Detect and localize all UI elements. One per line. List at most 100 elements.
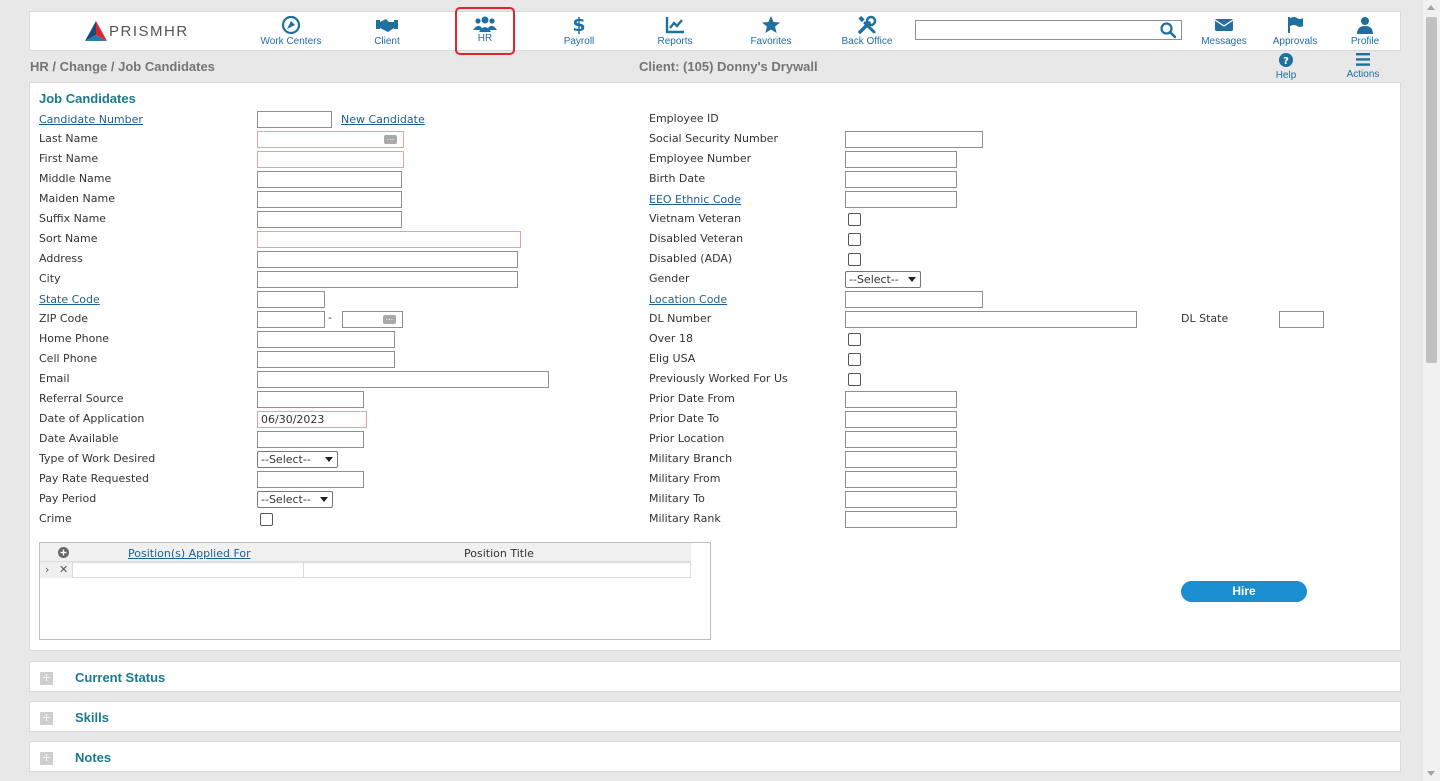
- prior-date-to-label: Prior Date To: [649, 412, 720, 425]
- military-rank-input[interactable]: [845, 511, 957, 528]
- cell-phone-input[interactable]: [257, 351, 395, 368]
- location-code-link[interactable]: Location Code: [649, 293, 727, 306]
- employee-id-label: Employee ID: [649, 112, 719, 125]
- position-title-cell[interactable]: [304, 562, 691, 578]
- zip-code-input[interactable]: [257, 311, 325, 328]
- scroll-thumb[interactable]: [1426, 17, 1437, 363]
- type-of-work-value: --Select--: [261, 453, 311, 466]
- section-notes[interactable]: + Notes: [29, 741, 1401, 772]
- scroll-down-arrow[interactable]: [1427, 771, 1435, 776]
- prior-location-input[interactable]: [845, 431, 957, 448]
- expand-icon[interactable]: +: [40, 752, 53, 765]
- hire-button[interactable]: Hire: [1181, 581, 1307, 602]
- nav-client[interactable]: Client: [339, 14, 435, 47]
- nav-payroll[interactable]: $ Payroll: [531, 14, 627, 47]
- military-to-input[interactable]: [845, 491, 957, 508]
- disabled-veteran-label: Disabled Veteran: [649, 232, 744, 245]
- referral-source-input[interactable]: [257, 391, 364, 408]
- military-from-label: Military From: [649, 472, 721, 485]
- nav-profile[interactable]: Profile: [1317, 14, 1413, 47]
- previously-worked-checkbox[interactable]: [848, 373, 861, 386]
- prior-date-from-input[interactable]: [845, 391, 957, 408]
- expand-icon[interactable]: +: [40, 672, 53, 685]
- type-of-work-select[interactable]: --Select--: [257, 451, 338, 468]
- prior-date-to-input[interactable]: [845, 411, 957, 428]
- dl-number-input[interactable]: [845, 311, 1137, 328]
- help-button[interactable]: ? Help: [1270, 53, 1302, 81]
- positions-applied-for-header[interactable]: Position(s) Applied For: [128, 547, 251, 560]
- birth-date-label: Birth Date: [649, 172, 706, 185]
- actions-label: Actions: [1346, 69, 1380, 80]
- chevron-down-icon: [320, 497, 328, 502]
- email-input[interactable]: [257, 371, 549, 388]
- nav-hr[interactable]: HR: [455, 7, 515, 55]
- lookup-dots-icon[interactable]: ...: [384, 134, 397, 144]
- section-current-status[interactable]: + Current Status: [29, 661, 1401, 692]
- date-available-input[interactable]: [257, 431, 364, 448]
- military-rank-label: Military Rank: [649, 512, 721, 525]
- ssn-input[interactable]: [845, 131, 983, 148]
- last-name-input[interactable]: ...: [257, 131, 404, 148]
- add-row-icon[interactable]: [58, 547, 69, 561]
- city-input[interactable]: [257, 271, 518, 288]
- birth-date-input[interactable]: [845, 171, 957, 188]
- crime-checkbox[interactable]: [260, 513, 273, 526]
- nav-back-office[interactable]: Back Office: [819, 14, 915, 47]
- eeo-ethnic-code-link[interactable]: EEO Ethnic Code: [649, 193, 741, 206]
- scroll-up-arrow[interactable]: [1427, 5, 1435, 10]
- maiden-name-input[interactable]: [257, 191, 402, 208]
- address-input[interactable]: [257, 251, 518, 268]
- cell-phone-label: Cell Phone: [39, 352, 98, 365]
- vietnam-veteran-checkbox[interactable]: [848, 213, 861, 226]
- delete-row-icon[interactable]: ✕: [59, 563, 68, 576]
- expand-icon[interactable]: +: [40, 712, 53, 725]
- dl-state-input[interactable]: [1279, 311, 1324, 328]
- suffix-name-input[interactable]: [257, 211, 402, 228]
- vietnam-veteran-label: Vietnam Veteran: [649, 212, 742, 225]
- eeo-ethnic-code-input[interactable]: [845, 191, 957, 208]
- zip-extension-input[interactable]: ...: [342, 311, 403, 328]
- middle-name-input[interactable]: [257, 171, 402, 188]
- location-code-input[interactable]: [845, 291, 983, 308]
- search-icon[interactable]: [1160, 22, 1177, 41]
- nav-reports[interactable]: Reports: [627, 14, 723, 47]
- users-group-icon: [457, 15, 513, 33]
- employee-number-input[interactable]: [845, 151, 957, 168]
- actions-button[interactable]: Actions: [1342, 53, 1384, 80]
- disabled-veteran-checkbox[interactable]: [848, 233, 861, 246]
- over-18-label: Over 18: [649, 332, 693, 345]
- nav-favorites[interactable]: Favorites: [723, 14, 819, 47]
- vertical-scrollbar[interactable]: [1423, 0, 1440, 781]
- pay-rate-input[interactable]: [257, 471, 364, 488]
- home-phone-input[interactable]: [257, 331, 395, 348]
- sort-name-input[interactable]: [257, 231, 521, 248]
- candidate-number-link[interactable]: Candidate Number: [39, 113, 143, 126]
- email-label: Email: [39, 372, 70, 385]
- date-of-application-input[interactable]: 06/30/2023: [257, 411, 367, 428]
- employee-number-label: Employee Number: [649, 152, 752, 165]
- gender-select[interactable]: --Select--: [845, 271, 921, 288]
- dollar-icon: $: [572, 14, 586, 36]
- new-candidate-link[interactable]: New Candidate: [341, 113, 425, 126]
- search-input[interactable]: [915, 20, 1182, 40]
- prismhr-logo[interactable]: PRISMHR: [85, 21, 189, 41]
- military-branch-input[interactable]: [845, 451, 957, 468]
- over-18-checkbox[interactable]: [848, 333, 861, 346]
- elig-usa-checkbox[interactable]: [848, 353, 861, 366]
- prism-logo-icon: [85, 21, 107, 41]
- job-candidates-panel: Job Candidates Candidate Number New Cand…: [29, 82, 1401, 651]
- state-code-input[interactable]: [257, 291, 325, 308]
- military-from-input[interactable]: [845, 471, 957, 488]
- candidate-number-input[interactable]: [257, 111, 332, 128]
- pay-period-select[interactable]: --Select--: [257, 491, 333, 508]
- nav-work-centers[interactable]: Work Centers: [243, 14, 339, 47]
- chevron-right-icon[interactable]: ›: [45, 563, 49, 576]
- pay-rate-label: Pay Rate Requested: [39, 472, 150, 485]
- first-name-input[interactable]: [257, 151, 404, 168]
- gender-label: Gender: [649, 272, 690, 285]
- section-skills[interactable]: + Skills: [29, 701, 1401, 732]
- disabled-ada-checkbox[interactable]: [848, 253, 861, 266]
- position-applied-cell[interactable]: [72, 562, 304, 578]
- state-code-link[interactable]: State Code: [39, 293, 100, 306]
- lookup-dots-icon[interactable]: ...: [383, 314, 396, 324]
